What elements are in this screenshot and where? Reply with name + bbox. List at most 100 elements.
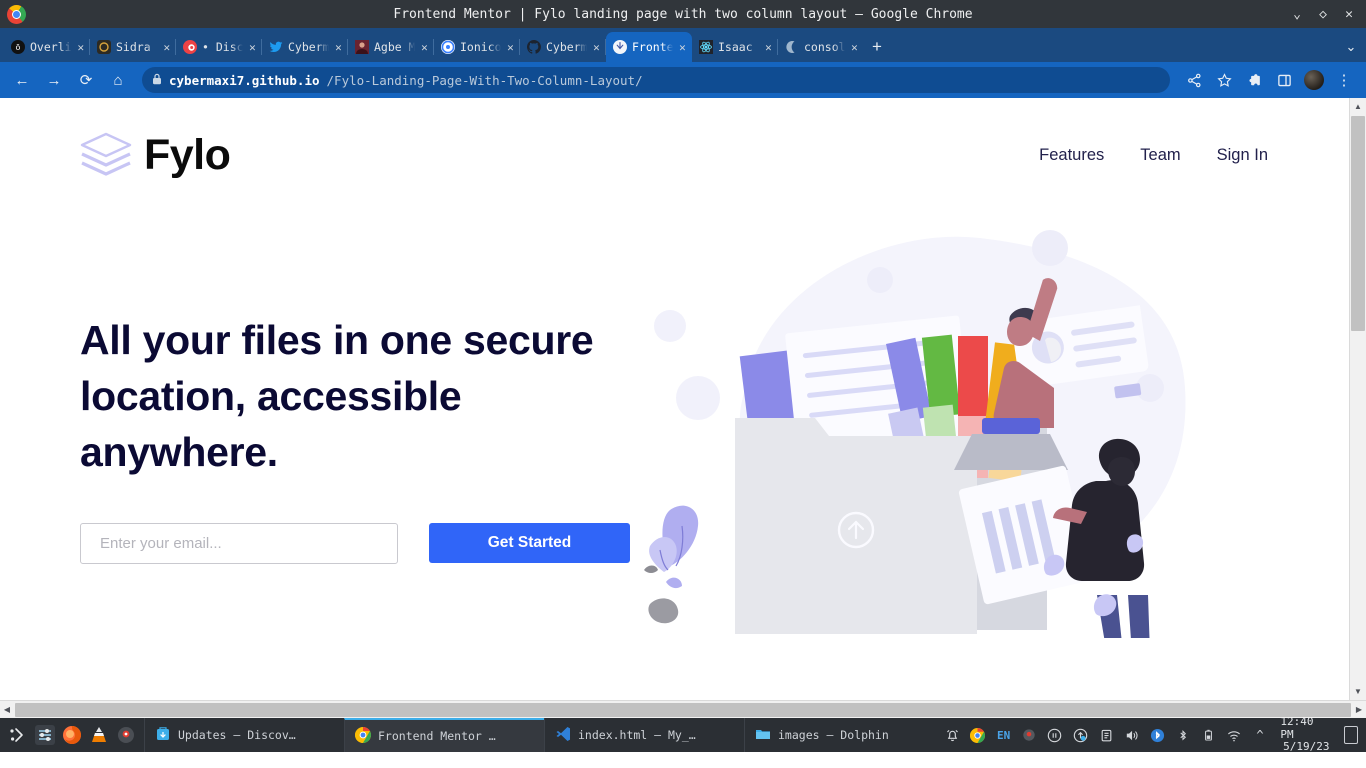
- show-hidden-icons-button[interactable]: ^: [1252, 727, 1269, 744]
- bookmark-star-icon[interactable]: [1210, 66, 1238, 94]
- recorder-icon[interactable]: [114, 723, 138, 747]
- browser-tab-sidra[interactable]: Sidra Cl ✕: [90, 32, 176, 62]
- logo-text: Fylo: [144, 130, 231, 179]
- tab-close-icon[interactable]: ✕: [163, 41, 171, 54]
- email-input[interactable]: [80, 523, 398, 565]
- battery-icon[interactable]: [1200, 727, 1217, 744]
- updates-icon[interactable]: [1072, 727, 1089, 744]
- bluetooth-icon[interactable]: [1175, 727, 1192, 744]
- bluetooth-active-icon[interactable]: [1149, 727, 1166, 744]
- share-icon[interactable]: [1180, 66, 1208, 94]
- fylo-logo[interactable]: Fylo: [80, 130, 231, 179]
- tab-strip: ō Overline ✕ Sidra Cl ✕ • Disco ✕ Cyberm…: [0, 28, 1366, 62]
- discover-icon: [155, 726, 171, 745]
- chrome-app-icon: [2, 0, 30, 28]
- page-viewport: Fylo Features Team Sign In All your file…: [0, 98, 1366, 718]
- browser-tab-isaac[interactable]: Isaac I ✕: [692, 32, 778, 62]
- chrome-icon: [355, 726, 371, 746]
- browser-tab-console[interactable]: console ✕: [778, 32, 864, 62]
- tab-close-icon[interactable]: ✕: [850, 41, 859, 54]
- firefox-icon[interactable]: [60, 723, 84, 747]
- volume-icon[interactable]: [1123, 727, 1140, 744]
- taskbar-item-chrome[interactable]: Frontend Mentor …: [344, 718, 544, 752]
- tab-label: Cyberma: [546, 40, 587, 54]
- close-button[interactable]: ✕: [1336, 0, 1362, 28]
- tab-label: Overline: [30, 40, 72, 54]
- moon-icon: [785, 40, 799, 54]
- tab-close-icon[interactable]: ✕: [678, 41, 687, 54]
- horizontal-scrollbar-thumb[interactable]: [15, 702, 1351, 717]
- new-tab-button[interactable]: +: [864, 32, 890, 62]
- media-pause-icon[interactable]: [1047, 727, 1064, 744]
- person-icon: [355, 40, 369, 54]
- scroll-up-arrow-icon[interactable]: ▲: [1350, 98, 1366, 115]
- forward-button[interactable]: →: [40, 66, 68, 94]
- tab-close-icon[interactable]: ✕: [764, 41, 773, 54]
- tab-close-icon[interactable]: ✕: [592, 41, 601, 54]
- scroll-left-arrow-icon[interactable]: ◀: [0, 705, 14, 714]
- minimize-button[interactable]: ⌄: [1284, 0, 1310, 28]
- nav-link-sign-in[interactable]: Sign In: [1217, 146, 1268, 165]
- browser-tab-github[interactable]: Cyberma ✕: [520, 32, 606, 62]
- github-icon: [526, 40, 541, 54]
- tab-label: Ionicon: [460, 40, 501, 54]
- taskbar-item-dolphin[interactable]: images — Dolphin: [744, 718, 944, 752]
- vlc-icon[interactable]: [87, 723, 111, 747]
- tab-close-icon[interactable]: ✕: [506, 41, 515, 54]
- chrome-menu-button[interactable]: ⋮: [1330, 66, 1358, 94]
- app-menu-icon[interactable]: [6, 723, 30, 747]
- twitter-icon: [269, 40, 283, 54]
- clipboard-icon[interactable]: [1098, 727, 1115, 744]
- taskbar-item-label: Frontend Mentor …: [378, 729, 496, 743]
- browser-tab-frontend-mentor[interactable]: Fronten ✕: [606, 32, 692, 62]
- scroll-right-arrow-icon[interactable]: ▶: [1352, 705, 1366, 714]
- svg-text:ō: ō: [16, 43, 21, 52]
- window-titlebar: Frontend Mentor | Fylo landing page with…: [0, 0, 1366, 28]
- browser-tab-agbe[interactable]: Agbe Mo ✕: [348, 32, 434, 62]
- email-signup-form: Get Started: [80, 523, 640, 565]
- avatar[interactable]: [1300, 66, 1328, 94]
- discord-icon: [183, 40, 197, 54]
- hero-copy: All your files in one secure location, a…: [80, 240, 640, 565]
- recorder-tray-icon[interactable]: [1021, 727, 1038, 744]
- address-bar[interactable]: cybermaxi7.github.io/Fylo-Landing-Page-W…: [142, 67, 1170, 93]
- taskbar-item-discover[interactable]: Updates — Discov…: [144, 718, 344, 752]
- home-button[interactable]: ⌂: [104, 66, 132, 94]
- extensions-puzzle-icon[interactable]: [1240, 66, 1268, 94]
- horizontal-scrollbar[interactable]: ◀ ▶: [0, 700, 1366, 718]
- taskbar-item-vscode[interactable]: index.html — My_…: [544, 718, 744, 752]
- side-panel-icon[interactable]: [1270, 66, 1298, 94]
- taskbar-clock[interactable]: 12:40 PM 5/19/23: [1277, 715, 1335, 754]
- reload-button[interactable]: ⟳: [72, 66, 100, 94]
- browser-tab-discord[interactable]: • Disco ✕: [176, 32, 262, 62]
- wifi-icon[interactable]: [1226, 727, 1243, 744]
- vertical-scrollbar[interactable]: ▲ ▼: [1349, 98, 1366, 700]
- keyboard-layout-indicator[interactable]: EN: [995, 727, 1012, 744]
- react-icon: [699, 40, 713, 54]
- main-navigation: Features Team Sign In: [1039, 146, 1269, 165]
- vertical-scrollbar-thumb[interactable]: [1351, 116, 1365, 331]
- tab-close-icon[interactable]: ✕: [420, 41, 429, 54]
- show-desktop-button[interactable]: [1344, 726, 1358, 744]
- nav-link-features[interactable]: Features: [1039, 146, 1104, 165]
- tab-close-icon[interactable]: ✕: [77, 41, 85, 54]
- maximize-button[interactable]: ◇: [1310, 0, 1336, 28]
- layers-icon: [80, 132, 132, 178]
- tab-label: Isaac I: [718, 40, 759, 54]
- back-button[interactable]: ←: [8, 66, 36, 94]
- get-started-button[interactable]: Get Started: [429, 523, 630, 564]
- browser-tab-twitter[interactable]: Cyberma ✕: [262, 32, 348, 62]
- tab-close-icon[interactable]: ✕: [248, 41, 257, 54]
- settings-icon[interactable]: [33, 723, 57, 747]
- browser-tab-overline[interactable]: ō Overline ✕: [4, 32, 90, 62]
- hero-illustration: [630, 218, 1269, 661]
- tab-search-button[interactable]: ⌄: [1336, 32, 1366, 62]
- scroll-down-arrow-icon[interactable]: ▼: [1350, 683, 1366, 700]
- hero-headline: All your files in one secure location, a…: [80, 317, 594, 476]
- browser-tab-ionicons[interactable]: Ionicon ✕: [434, 32, 520, 62]
- notifications-icon[interactable]: [944, 727, 961, 744]
- chrome-tray-icon[interactable]: [970, 727, 987, 744]
- nav-link-team[interactable]: Team: [1140, 146, 1180, 165]
- tab-close-icon[interactable]: ✕: [334, 41, 343, 54]
- taskbar-item-label: Updates — Discov…: [178, 728, 296, 742]
